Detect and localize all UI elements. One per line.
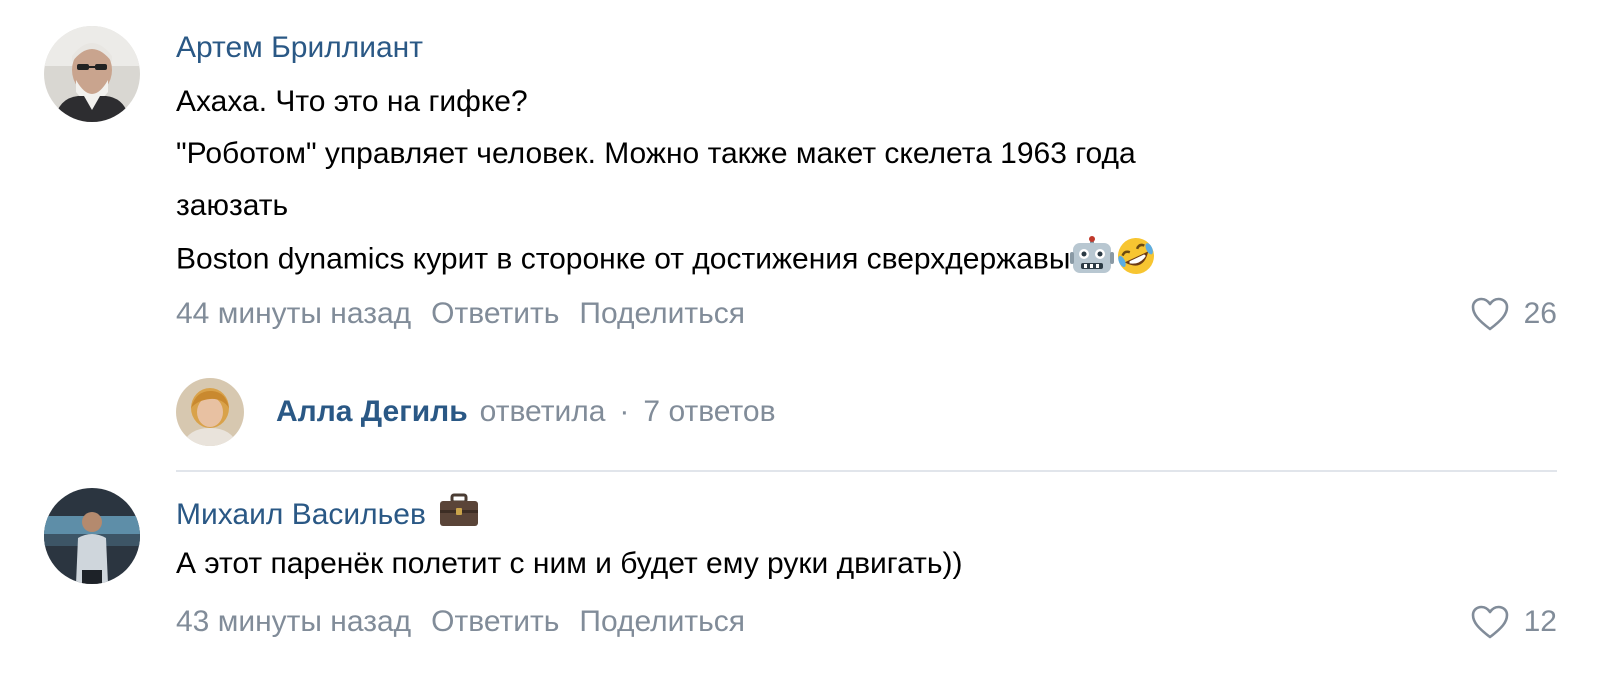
comment-text-line: заюзать: [176, 189, 289, 222]
avatar[interactable]: [44, 26, 140, 122]
like-button[interactable]: 12: [1470, 604, 1557, 640]
reply-button[interactable]: Ответить: [431, 605, 559, 638]
comment-author-name[interactable]: Михаил Васильев: [176, 497, 426, 533]
comment-text-line: А этот паренёк полетит с ним и будет ему…: [176, 547, 963, 580]
avatar[interactable]: [44, 488, 140, 584]
comment-author[interactable]: Артем Бриллиант: [176, 30, 423, 66]
heart-icon: [1471, 297, 1508, 331]
robot-face-icon: [1070, 236, 1115, 285]
comment-meta: 43 минуты назад Ответить Поделиться: [176, 604, 745, 640]
comment-time[interactable]: 44 минуты назад: [176, 297, 411, 330]
divider: [176, 470, 1557, 472]
comment-author: Михаил Васильев: [176, 492, 480, 537]
comment-text-line: Ахаха. Что это на гифке?: [176, 85, 528, 118]
share-button[interactable]: Поделиться: [579, 297, 745, 330]
share-button[interactable]: Поделиться: [579, 605, 745, 638]
comments-feed: Артем Бриллиант Ахаха. Что это на гифке?…: [0, 0, 1600, 673]
reply-author[interactable]: Алла Дегиль: [276, 395, 468, 429]
heart-icon: [1471, 605, 1508, 639]
comment-text-line: Boston dynamics курит в сторонке от дост…: [176, 236, 1158, 285]
comment-text: Boston dynamics курит в сторонке от дост…: [176, 242, 1071, 276]
replies-thread-link[interactable]: Алла Дегиль ответила · 7 ответов: [176, 376, 776, 448]
comment-time[interactable]: 43 минуты назад: [176, 605, 411, 638]
like-count: 12: [1523, 605, 1557, 638]
like-count: 26: [1523, 297, 1557, 330]
rolling-on-floor-laughing-icon: [1114, 236, 1158, 285]
comment-meta: 44 минуты назад Ответить Поделиться: [176, 296, 745, 332]
separator-dot: ·: [619, 395, 630, 428]
like-button[interactable]: 26: [1470, 296, 1557, 332]
replies-count[interactable]: 7 ответов: [643, 395, 775, 429]
reply-verb: ответила: [479, 395, 606, 428]
reply-button[interactable]: Ответить: [431, 297, 559, 330]
comment-text-line: "Роботом" управляет человек. Можно также…: [176, 137, 1136, 170]
reply-avatar[interactable]: [176, 378, 244, 446]
briefcase-icon: [438, 492, 480, 537]
